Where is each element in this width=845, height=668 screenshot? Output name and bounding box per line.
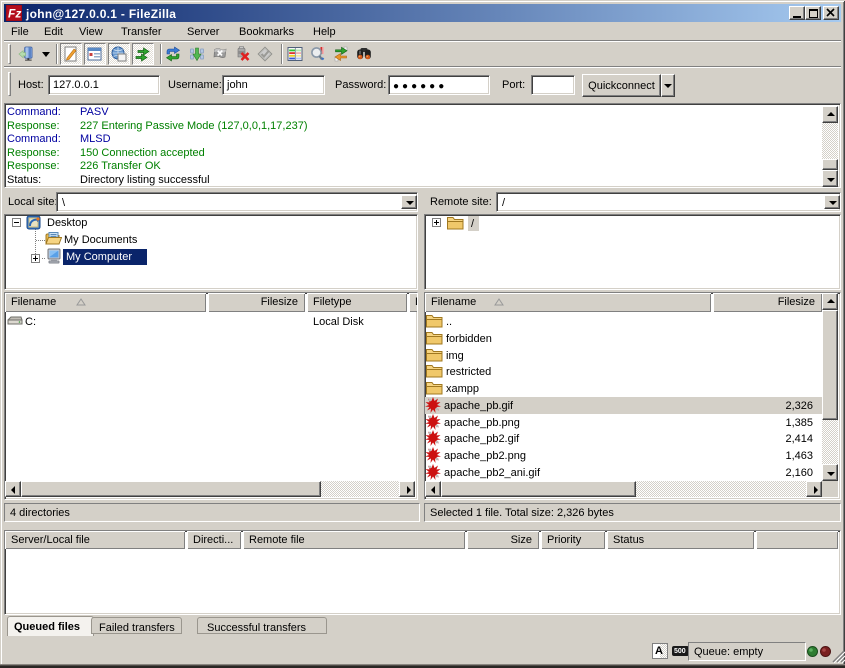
svg-text:Fz: Fz [8,7,21,21]
